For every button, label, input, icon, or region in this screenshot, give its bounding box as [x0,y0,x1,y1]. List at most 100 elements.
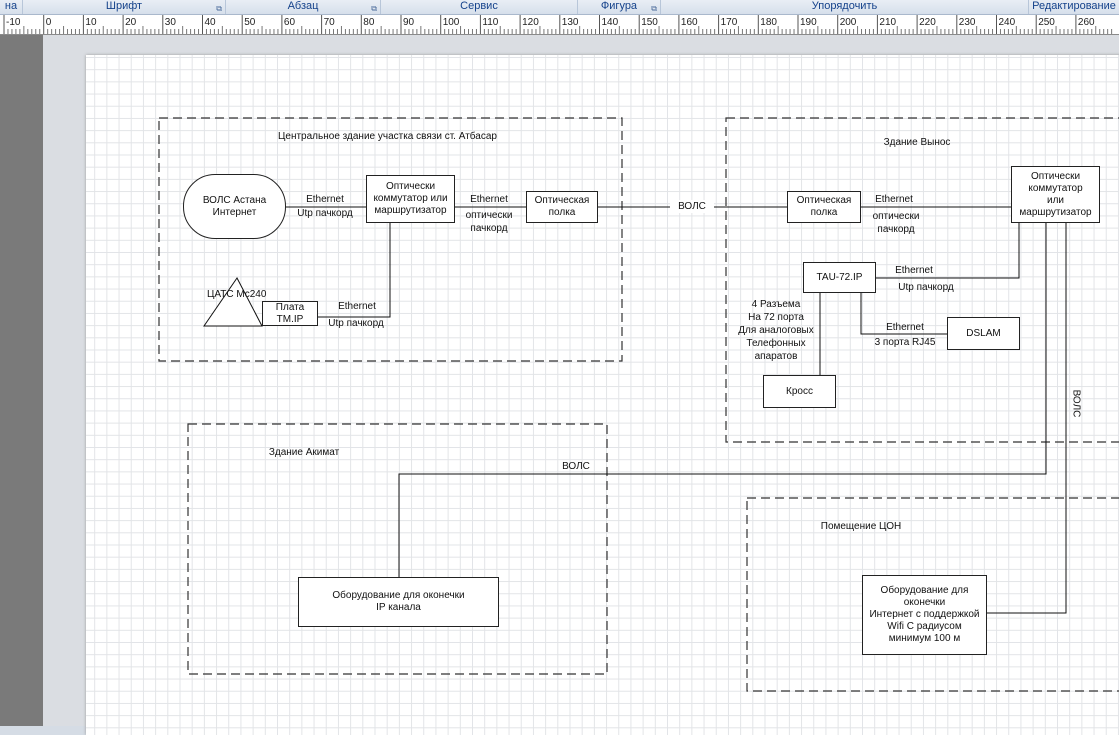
node-plata-tmip[interactable]: Плата TM.IP [262,301,318,326]
node-optical-switch-remote[interactable]: Оптически коммутатор или маршрутизатор [1011,166,1100,223]
edge-label-kross-note: 4 Разъема На 72 порта Для аналоговых Тел… [738,299,814,362]
ribbon-group-paragraph[interactable]: Абзац ⧉ [226,0,381,14]
connector-lines [285,206,1067,614]
ribbon-group-label: Фигура [600,0,638,12]
ruler-label: 180 [760,17,777,28]
ruler-label: 10 [85,17,97,28]
ruler-label: 210 [879,17,896,28]
ruler-label: 90 [403,17,415,28]
ribbon-group-shape[interactable]: Фигура ⧉ [578,0,661,14]
ruler-label: 20 [125,17,137,28]
node-label: DSLAM [966,327,1001,339]
node-label: Оптически коммутатор или маршрутизатор [373,181,448,216]
zone-akimat-border [187,423,608,675]
line-remote-switch-to-tson [986,223,1067,614]
ruler-label: -10 [6,17,21,28]
node-label: ВОЛС Астана Интернет [202,194,267,218]
ribbon-group-font[interactable]: Шрифт ⧉ [23,0,226,14]
horizontal-ruler[interactable]: -10 0 10 20 30 40 50 60 70 80 90 100 110 120 130 140 150… [0,15,1119,35]
ruler-label: 200 [840,17,857,28]
node-label: Оборудование для оконечки Интернет с под… [869,585,980,644]
node-label: TAU-72.IP [816,271,863,283]
ribbon-group-clipboard[interactable]: на [0,0,23,14]
dialog-launcher-icon[interactable]: ⧉ [216,2,222,14]
edge-label: Utp пачкорд [898,282,954,293]
ruler-label: 220 [919,17,936,28]
ruler-label: 80 [363,17,375,28]
ruler-label: 40 [205,17,217,28]
edge-label: Ethernet [895,265,933,276]
node-label: Плата TM.IP [275,301,305,325]
catc-shape [203,277,263,327]
ruler-label: 120 [522,17,539,28]
ruler-label: 250 [1038,17,1055,28]
edge-label: Ethernet [306,194,344,205]
ribbon-group-label: Абзац [287,0,319,12]
ruler-label: 140 [602,17,619,28]
drawing-page[interactable]: Центральное здание участка связи ст. Атб… [86,55,1119,735]
node-label: Кросс [786,385,813,397]
dialog-launcher-icon[interactable]: ⧉ [371,2,377,14]
node-tau-72ip[interactable]: TAU-72.IP [803,262,876,293]
ruler-label: 240 [999,17,1016,28]
edge-label: оптически пачкорд [872,211,920,235]
ruler-label: 170 [721,17,738,28]
node-tson-equipment[interactable]: Оборудование для оконечки Интернет с под… [862,575,987,655]
zone-label-akimat: Здание Акимат [268,447,340,458]
ruler-label: 130 [562,17,579,28]
ruler-label: 160 [681,17,698,28]
ribbon-group-tools[interactable]: Сервис [381,0,578,14]
ruler-scale: -10 0 10 20 30 40 50 60 70 80 90 100 110 120 130 140 150… [3,15,1113,34]
drawing-canvas[interactable]: Центральное здание участка связи ст. Атб… [43,35,1119,735]
dialog-launcher-icon[interactable]: ⧉ [651,2,657,14]
node-optical-switch-central[interactable]: Оптически коммутатор или маршрутизатор [366,175,455,223]
ribbon-group-bar: на Шрифт ⧉ Абзац ⧉ Сервис Фигура ⧉ Упорядоч… [0,0,1119,15]
ruler-label: 100 [443,17,460,28]
left-panel [0,35,43,726]
edge-label: оптически пачкорд [465,210,513,234]
ribbon-group-editing[interactable]: Редактирование [1029,0,1119,14]
zone-label-central: Центральное здание участка связи ст. Атб… [278,131,497,142]
node-kross[interactable]: Кросс [763,375,836,408]
edge-label: Ethernet [886,322,924,333]
ruler-label: 60 [284,17,296,28]
node-dslam[interactable]: DSLAM [947,317,1020,350]
node-optical-shelf-central[interactable]: Оптическая полка [526,191,598,223]
edge-label: Ethernet [470,194,508,205]
ruler-label: 110 [482,17,498,28]
edge-label-vols-vertical: ВОЛС [1070,389,1082,418]
zone-label-remote: Здание Вынос [883,137,951,148]
node-akimat-equipment[interactable]: Оборудование для оконечки IP канала [298,577,499,627]
zone-label-tson: Помещение ЦОН [820,521,902,532]
ruler-label: 230 [959,17,976,28]
edge-label-vols-akimat: ВОЛС [562,461,590,472]
edge-label: Ethernet [338,301,376,312]
edge-label: Utp пачкорд [328,318,384,329]
ruler-label: 190 [800,17,817,28]
node-label: Оптически коммутатор или маршрутизатор [1019,170,1092,218]
ribbon-group-label: на [4,0,18,12]
ribbon-group-label: Сервис [460,0,498,12]
ruler-label: 150 [641,17,658,28]
edge-label: 3 порта RJ45 [874,337,936,348]
ruler-label: 70 [324,17,336,28]
node-label: Оптическая полка [534,195,590,218]
node-label: Оборудование для оконечки IP канала [332,590,465,613]
ribbon-group-label: Редактирование [1032,0,1116,12]
ruler-label: 260 [1078,17,1095,28]
ribbon-group-label: Шрифт [105,0,143,12]
ribbon-group-label: Упорядочить [811,0,878,12]
edge-label: Ethernet [875,194,913,205]
edge-label: Utp пачкорд [297,208,353,219]
ruler-label: 30 [165,17,177,28]
ruler-label: 50 [244,17,256,28]
edge-label: ВОЛС [670,200,714,213]
ribbon-group-arrange[interactable]: Упорядочить [661,0,1029,14]
node-optical-shelf-remote[interactable]: Оптическая полка [787,191,861,223]
catc-triangle [203,277,263,327]
ruler-label: 0 [46,17,52,28]
node-label: Оптическая полка [796,195,852,218]
node-catc-label[interactable]: ЦАТС Mc240 [207,288,266,301]
line-remote-switch-to-akimat [398,223,1047,577]
node-vols-astana[interactable]: ВОЛС Астана Интернет [183,174,286,239]
